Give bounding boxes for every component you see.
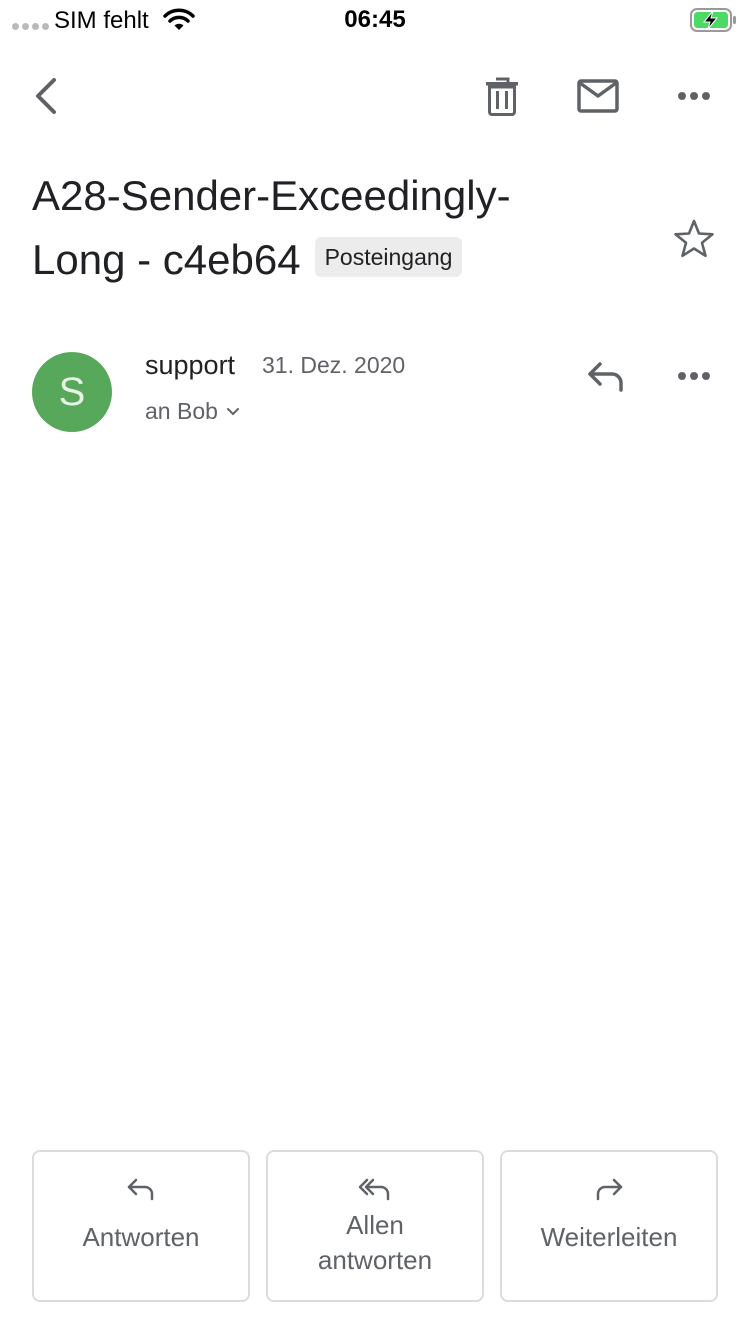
more-horizontal-icon [678, 92, 710, 100]
label-chip-inbox[interactable]: Posteingang [314, 236, 463, 277]
message-more-button[interactable] [670, 352, 718, 400]
forward-icon [594, 1174, 624, 1204]
reply-label: Antworten [82, 1222, 200, 1252]
trash-icon [486, 77, 518, 116]
forward-label: Weiterleiten [540, 1222, 678, 1252]
email-detail-screen: SIM fehlt 06:45 A28-Sender-Exceedingly-L… [0, 0, 750, 1334]
forward-button[interactable]: Weiterleiten [500, 1150, 718, 1302]
reply-icon [126, 1174, 156, 1204]
reply-all-label-line1: Allen [346, 1210, 404, 1240]
toolbar [0, 56, 750, 136]
sender-name: support [145, 350, 236, 380]
recipient-text: an Bob [145, 398, 218, 424]
star-outline-icon [674, 219, 714, 258]
more-options-button[interactable] [670, 72, 718, 120]
reply-all-icon [358, 1174, 392, 1204]
mark-unread-button[interactable] [574, 72, 622, 120]
mail-icon [577, 79, 619, 113]
more-horizontal-icon [678, 372, 710, 380]
reply-icon [588, 362, 623, 392]
message-reply-button[interactable] [582, 352, 630, 400]
star-button[interactable] [668, 212, 720, 264]
email-subject: A28-Sender-Exceedingly-Long - c4eb64 Post… [32, 164, 592, 292]
status-clock: 06:45 [344, 6, 406, 33]
reply-button[interactable]: Antworten [32, 1150, 250, 1302]
reply-all-label-line2: antworten [317, 1245, 433, 1275]
delete-button[interactable] [478, 72, 526, 120]
back-button[interactable] [22, 72, 70, 120]
sender-avatar: S [32, 352, 112, 432]
chevron-down-icon [226, 407, 239, 415]
status-bar: SIM fehlt 06:45 [0, 0, 750, 40]
reply-all-button[interactable]: Allen antworten [266, 1150, 484, 1302]
reply-all-label: Allen antworten [318, 1208, 432, 1278]
battery-charging-icon [690, 8, 738, 37]
message-date: 31. Dez. 2020 [262, 352, 406, 378]
back-arrow-icon [36, 78, 56, 114]
recipient-details-toggle[interactable]: an Bob [145, 398, 240, 425]
